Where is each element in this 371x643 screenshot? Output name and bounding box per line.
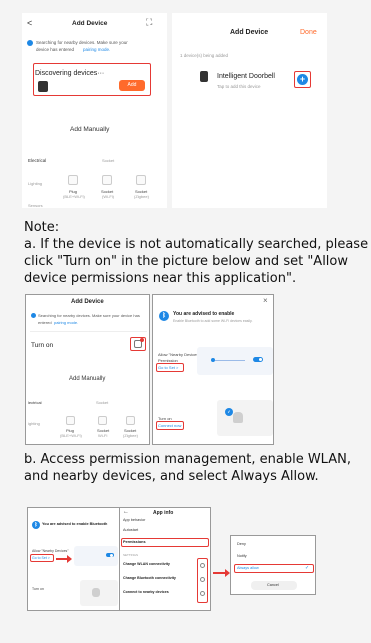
socket-zigbee-icon[interactable] <box>136 175 146 185</box>
enable-bluetooth-dialog: × ᛒ You are advised to enable Enable Blu… <box>152 294 274 445</box>
plug-icon[interactable] <box>68 175 78 185</box>
autostart-label[interactable]: Autostart <box>123 528 138 532</box>
device-subtext: Tap to add this device <box>217 84 261 89</box>
arrow-to-app-info <box>56 555 72 563</box>
socket-wifi-sub-label: (Wi-Fi) <box>102 194 114 199</box>
screen-title: App info <box>153 510 174 516</box>
socket-zigbee-icon[interactable] <box>126 416 135 425</box>
advised-title: You are advised to enable Bluetooth <box>42 522 108 526</box>
bluetooth-toggle[interactable] <box>106 553 114 557</box>
turn-on-label: Turn on <box>31 342 54 349</box>
advised-title: You are advised to enable <box>173 311 235 317</box>
nearby-devices-row[interactable]: Connect to nearby devices <box>123 590 169 594</box>
divider <box>30 331 147 332</box>
searching-text: Searching for nearby devices. Make sure … <box>36 40 128 45</box>
back-icon[interactable]: ← <box>123 509 129 515</box>
note-b-line-2: and nearby devices, and select Always Al… <box>24 469 319 484</box>
category-electrical[interactable]: Electrical <box>28 158 46 163</box>
socket-zigbee-sub-label: (Zigbee) <box>134 194 149 199</box>
pairing-mode-link[interactable]: pairing mode. <box>83 47 110 52</box>
bluetooth-icon <box>27 40 33 46</box>
socket-wifi-sub-label: Wi-Fi <box>98 433 108 438</box>
socket-zigbee-sub-label: (Zigbee) <box>123 433 138 438</box>
deny-option[interactable]: Deny <box>237 542 246 546</box>
wlan-row[interactable]: Change WLAN connectivity <box>123 562 170 566</box>
devices-being-added: 1 device(s) being added <box>180 53 229 58</box>
note-b-line-1: b. Access permission management, enable … <box>24 452 351 467</box>
device-name: Intelligent Doorbell <box>217 73 275 80</box>
category-electrical[interactable]: lectrical <box>28 400 42 405</box>
back-icon[interactable]: < <box>27 18 32 28</box>
note-a-line-2: click "Turn on" in the picture below and… <box>24 254 348 269</box>
enable-bluetooth-mini: ᛒ You are advised to enable Bluetooth Al… <box>27 507 120 611</box>
note-heading: Note: <box>24 220 60 235</box>
searching-text: Searching for nearby devices. Make sure … <box>38 313 140 318</box>
wlan-chevron-icon[interactable] <box>200 563 205 568</box>
app-info-screen: ← App info App behavior Autostart Permis… <box>119 507 211 611</box>
arrow-to-options <box>213 569 230 577</box>
advised-subtitle: Enable Bluetooth to add some Wi-Fi devic… <box>173 319 253 323</box>
badge-dot <box>140 338 144 342</box>
add-button[interactable]: Add <box>119 80 145 91</box>
category-socket: Socket <box>102 158 115 163</box>
always-allow-option[interactable]: Always allow <box>237 566 259 570</box>
pairing-mode-link[interactable]: pairing mode. <box>54 320 78 325</box>
settings-section-label: SETTINGS <box>123 553 139 557</box>
add-icon[interactable]: + <box>297 74 308 85</box>
manual-page: < Add Device ⛶ Searching for nearby devi… <box>0 0 371 643</box>
device-grid-preview <box>217 400 273 436</box>
cancel-label: Cancel <box>267 583 279 587</box>
bluetooth-icon <box>31 313 36 318</box>
notify-option[interactable]: Notify <box>237 554 247 558</box>
bluetooth-row[interactable]: Change Bluetooth connectivity <box>123 576 176 580</box>
tap-target-icon: ✓ <box>225 408 233 416</box>
add-manually-label[interactable]: Add Manually <box>69 376 105 382</box>
category-lighting[interactable]: ighting <box>28 421 40 426</box>
note-a-line-1: a. If the device is not automatically se… <box>24 237 369 252</box>
progress-line <box>215 360 245 361</box>
searching-text-2: entered <box>38 320 52 325</box>
bluetooth-toggle[interactable] <box>253 357 263 362</box>
category-socket: Socket <box>96 400 109 405</box>
connect-now-link[interactable]: Connect now <box>158 423 181 428</box>
nearby-chevron-icon[interactable] <box>200 591 205 596</box>
app-behavior-label: App behavior <box>123 518 146 522</box>
note-a-line-3: device permissions near this application… <box>24 271 297 286</box>
bluetooth-icon: ᛒ <box>32 521 40 529</box>
allow-nearby-devices-label: Allow "Nearby Devices" <box>158 352 200 357</box>
go-to-set-link[interactable]: Go to Set > <box>158 365 178 370</box>
permissions-row[interactable]: Permissions <box>123 540 146 544</box>
done-button[interactable]: Done <box>300 29 317 36</box>
turn-on-screen: Add Device Searching for nearby devices.… <box>25 294 150 445</box>
screen-title: Add Device <box>230 29 269 36</box>
device-found-screen: Add Device Done 1 device(s) being added … <box>172 13 327 208</box>
close-icon[interactable]: × <box>263 296 268 305</box>
socket-wifi-icon[interactable] <box>102 175 112 185</box>
doorbell-icon <box>200 71 208 82</box>
screen-title: Add Device <box>71 299 104 305</box>
socket-wifi-icon[interactable] <box>98 416 107 425</box>
plug-sub-label: (BLE+Wi-Fi) <box>63 194 85 199</box>
category-sensors[interactable]: Sensors <box>28 203 43 208</box>
searching-text-2: device has entered <box>36 47 75 52</box>
screen-title: Add Device <box>72 20 108 27</box>
bluetooth-chevron-icon[interactable] <box>200 577 205 582</box>
hand-pointer-icon <box>233 412 243 423</box>
plug-icon[interactable] <box>66 416 75 425</box>
plug-sub-label: (BLE+Wi-Fi) <box>60 433 82 438</box>
selected-check-icon: ✓ <box>305 565 310 571</box>
bluetooth-icon: ᛒ <box>159 311 169 321</box>
discovering-label: Discovering devices··· <box>35 70 105 77</box>
add-device-screen: < Add Device ⛶ Searching for nearby devi… <box>22 13 167 208</box>
scan-icon[interactable]: ⛶ <box>146 17 152 28</box>
hand-pointer-icon <box>92 588 100 597</box>
allow-nearby-devices-label: Allow "Nearby Devices" <box>32 549 69 553</box>
go-to-set-link[interactable]: Go to Set > <box>32 556 50 560</box>
permission-options-sheet: Deny Notify Always allow ✓ Cancel <box>230 535 316 595</box>
device-thumbnail <box>38 81 48 92</box>
turn-on-label: Turn on <box>32 587 44 591</box>
add-manually-label[interactable]: Add Manually <box>70 126 109 133</box>
category-lighting[interactable]: Lighting <box>28 181 42 186</box>
